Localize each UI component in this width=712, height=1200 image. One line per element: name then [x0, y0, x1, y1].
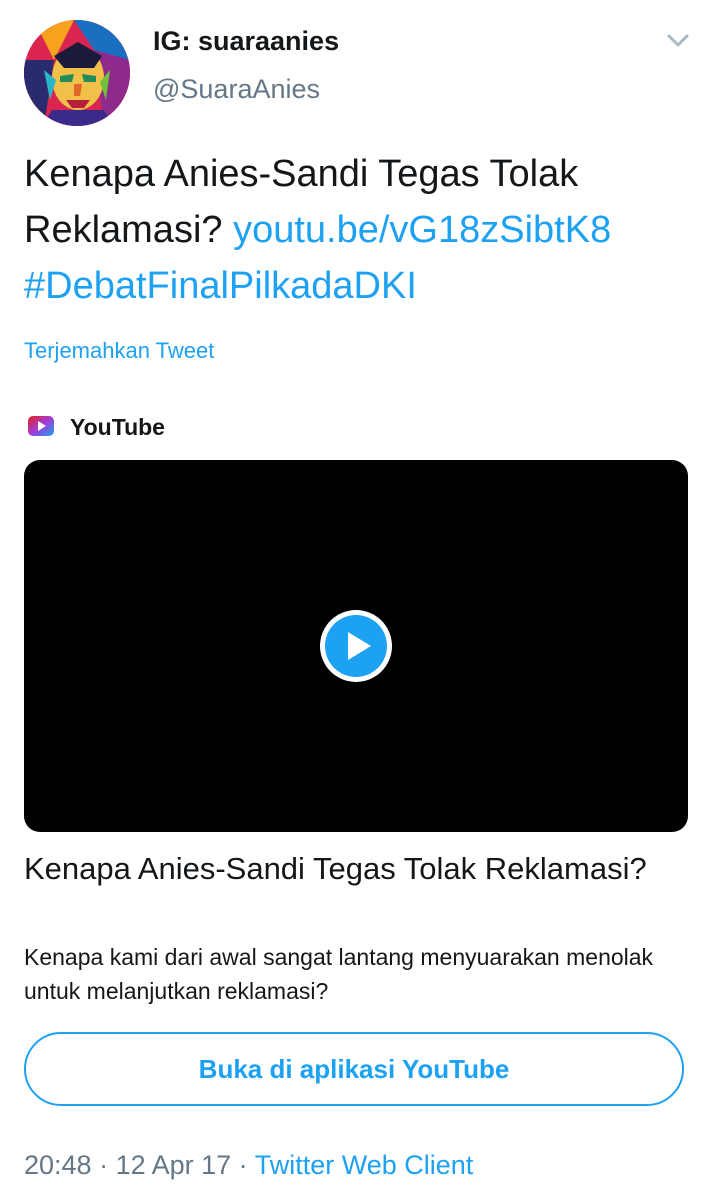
play-icon[interactable]: [318, 608, 394, 684]
avatar[interactable]: [24, 20, 130, 126]
tweet-link[interactable]: youtu.be/vG18zSibtK8: [233, 209, 611, 251]
youtube-icon: [28, 415, 54, 437]
card-title[interactable]: Kenapa Anies-Sandi Tegas Tolak Reklamasi…: [24, 848, 684, 890]
chevron-down-icon[interactable]: [664, 28, 692, 52]
meta-separator: ·: [91, 1150, 116, 1180]
open-in-youtube-button[interactable]: Buka di aplikasi YouTube: [24, 1032, 684, 1106]
card-description: Kenapa kami dari awal sangat lantang men…: [24, 944, 654, 1004]
tweet-meta: 20:48 · 12 Apr 17 · Twitter Web Client: [24, 1150, 473, 1181]
tweet-text: Kenapa Anies-Sandi Tegas Tolak Reklamasi…: [24, 146, 694, 314]
translate-tweet-link[interactable]: Terjemahkan Tweet: [24, 338, 214, 364]
tweet-time: 20:48: [24, 1150, 92, 1180]
meta-separator: ·: [231, 1150, 255, 1180]
user-handle[interactable]: @SuaraAnies: [153, 74, 320, 105]
video-player[interactable]: [24, 460, 688, 832]
tweet-header: IG: suaraanies @SuaraAnies: [0, 0, 712, 130]
avatar-portrait-icon: [24, 20, 130, 126]
tweet-source[interactable]: Twitter Web Client: [255, 1150, 474, 1180]
tweet-hashtag[interactable]: #DebatFinalPilkadaDKI: [24, 265, 417, 307]
provider-name: YouTube: [70, 414, 165, 440]
display-name[interactable]: IG: suaraanies: [153, 26, 339, 57]
tweet-date: 12 Apr 17: [115, 1150, 232, 1180]
